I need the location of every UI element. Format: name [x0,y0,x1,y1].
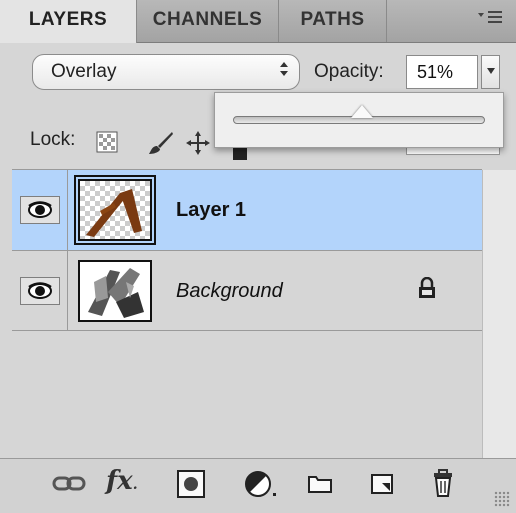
visibility-cell [12,251,68,331]
layers-panel: LAYERS CHANNELS PATHS Overlay Opacity: 5… [0,0,516,513]
link-layers-icon[interactable] [52,469,86,501]
fx-icon[interactable]: fx. [106,465,138,497]
tab-layers[interactable]: LAYERS [0,0,137,43]
blend-mode-select[interactable]: Overlay [32,54,300,90]
lock-image-icon[interactable] [148,131,174,154]
opacity-dropdown-button[interactable] [481,55,500,89]
tab-channels[interactable]: CHANNELS [137,0,279,42]
panel-bottom-bar: fx. [0,458,516,513]
lock-icon [418,276,436,304]
layer-row[interactable]: Layer 1 [12,170,482,250]
resize-grip[interactable] [494,491,510,507]
opacity-label: Opacity: [314,61,384,82]
layer-thumbnail[interactable] [74,175,156,245]
opacity-input[interactable]: 51% [406,55,478,89]
add-mask-icon[interactable] [176,469,206,501]
chevron-down-icon [486,68,495,74]
opacity-slider-thumb[interactable] [350,105,373,118]
layer-name[interactable]: Layer 1 [176,170,246,250]
trash-icon[interactable] [430,469,456,501]
lock-position-icon[interactable] [186,131,210,155]
new-group-icon[interactable] [306,469,334,501]
layer-name[interactable]: Background [176,251,283,331]
layer-row[interactable]: Background [12,251,482,331]
panel-menu-icon[interactable] [476,8,506,32]
tab-paths[interactable]: PATHS [279,0,387,42]
adjustment-layer-icon[interactable] [244,469,282,501]
new-layer-icon[interactable] [368,469,396,501]
layers-scrollbar[interactable] [482,170,516,458]
layer-thumbnail[interactable] [78,260,152,322]
lock-label: Lock: [30,129,76,150]
lock-transparent-icon[interactable] [96,131,118,153]
panel-tab-bar: LAYERS CHANNELS PATHS [0,0,516,43]
fx-label: fx [106,466,133,496]
blend-mode-arrows-icon [279,55,289,89]
divider [12,330,482,331]
eye-icon[interactable] [20,277,60,305]
blend-mode-value: Overlay [51,61,117,82]
opacity-slider-popup [214,92,504,148]
eye-icon[interactable] [20,196,60,224]
visibility-cell [12,170,68,250]
